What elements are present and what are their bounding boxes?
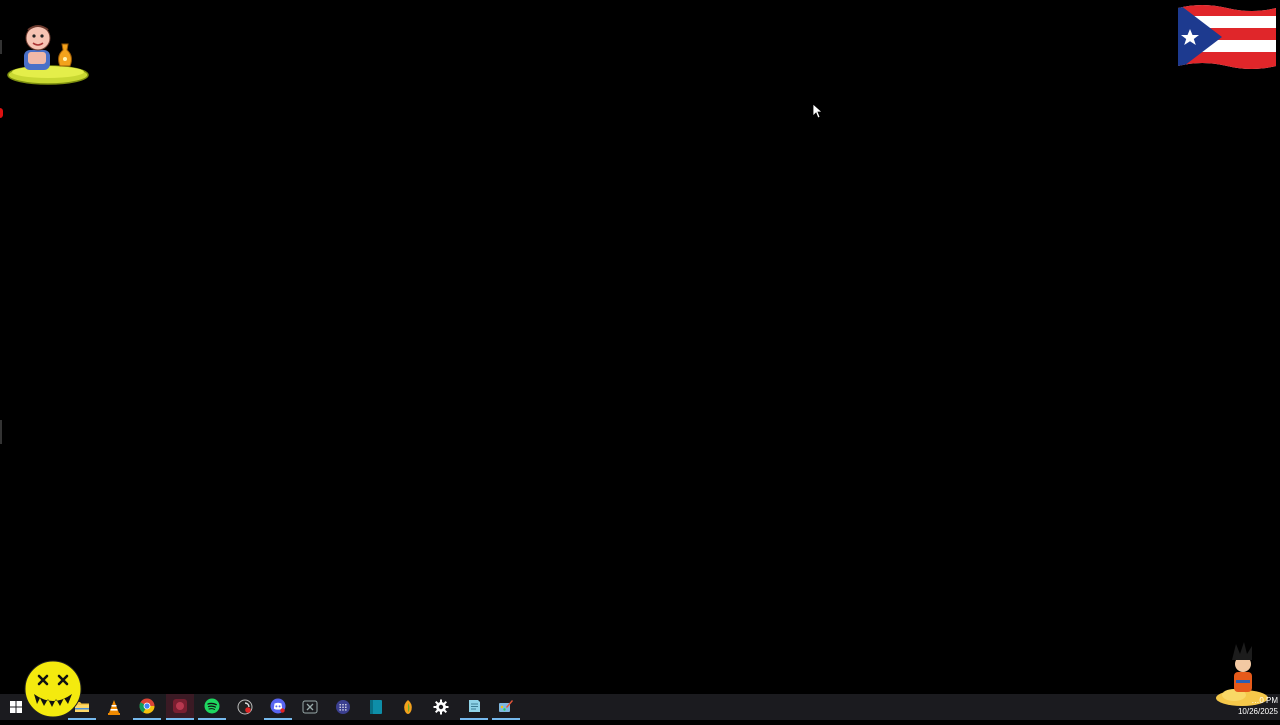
tray-time: …0 PM <box>1251 696 1278 705</box>
red-app-button[interactable] <box>166 694 194 720</box>
x-app-button[interactable] <box>296 694 324 720</box>
dead-smiley-icon <box>24 660 82 718</box>
obs-button[interactable] <box>231 694 259 720</box>
edge-notification-marker <box>0 108 3 118</box>
yellow-smiley-widget[interactable] <box>24 660 84 720</box>
discord-icon <box>270 698 286 714</box>
taskbar: …0 PM 10/26/2025 <box>0 694 1280 720</box>
paint-icon <box>499 700 513 712</box>
edge-marker <box>0 40 2 54</box>
teal-book-icon <box>370 700 382 714</box>
fl-studio-icon <box>404 700 412 714</box>
cartoon-character-icon <box>7 25 89 85</box>
settings-gear-icon <box>433 699 449 715</box>
notepad-icon <box>469 700 480 712</box>
keypad-app-button[interactable] <box>329 694 357 720</box>
notepad-button[interactable] <box>460 694 488 720</box>
keypad-app-icon <box>336 700 350 714</box>
spotify-icon <box>204 698 220 714</box>
chrome-button[interactable] <box>133 694 161 720</box>
obs-record-icon <box>237 699 253 715</box>
edge-marker <box>0 420 2 444</box>
settings-button[interactable] <box>427 694 455 720</box>
mouse-cursor-icon <box>812 103 824 119</box>
desktop <box>0 0 1280 694</box>
tray-clock[interactable]: …0 PM 10/26/2025 <box>1232 695 1278 719</box>
discord-button[interactable] <box>264 694 292 720</box>
puerto-rico-flag[interactable] <box>1176 2 1278 72</box>
fl-studio-button[interactable] <box>394 694 422 720</box>
vlc-button[interactable] <box>100 694 128 720</box>
chrome-icon <box>139 698 155 714</box>
x-app-icon <box>302 700 318 714</box>
spotify-button[interactable] <box>198 694 226 720</box>
teal-book-button[interactable] <box>362 694 390 720</box>
tray-date: 10/26/2025 <box>1237 707 1278 716</box>
puerto-rico-flag-icon <box>1178 5 1276 69</box>
red-app-icon <box>173 699 187 713</box>
cartoon-pet-widget[interactable] <box>6 20 90 88</box>
paint-button[interactable] <box>492 694 520 720</box>
vlc-icon <box>108 700 120 715</box>
windows-start-icon <box>10 701 22 713</box>
